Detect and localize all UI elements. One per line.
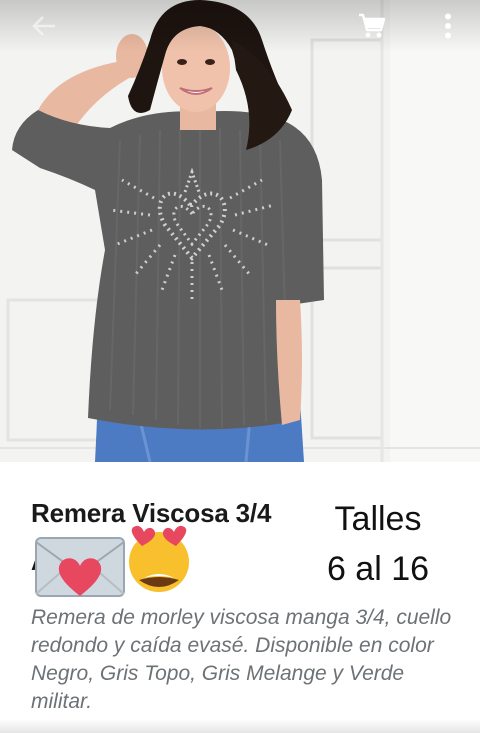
product-info: Remera Viscosa 3/4 A C Talles [0, 462, 480, 733]
shopping-cart-icon[interactable] [354, 8, 390, 44]
sizes-range: 6 al 16 [326, 550, 430, 588]
app-bar [0, 0, 480, 52]
heart-eyes-emoji-icon [124, 524, 194, 596]
product-description: Remera de morley viscosa manga 3/4, cuel… [31, 606, 452, 713]
product-image[interactable] [0, 0, 480, 462]
more-vertical-icon[interactable] [430, 8, 466, 44]
size-range-label: Talles 6 al 16 [322, 496, 434, 592]
product-screen: Remera Viscosa 3/4 A C Talles [0, 0, 480, 733]
sizes-heading: Talles [334, 500, 422, 538]
bottom-shadow [0, 719, 480, 733]
love-letter-emoji-icon [34, 534, 126, 600]
arrow-left-icon[interactable] [26, 8, 62, 44]
